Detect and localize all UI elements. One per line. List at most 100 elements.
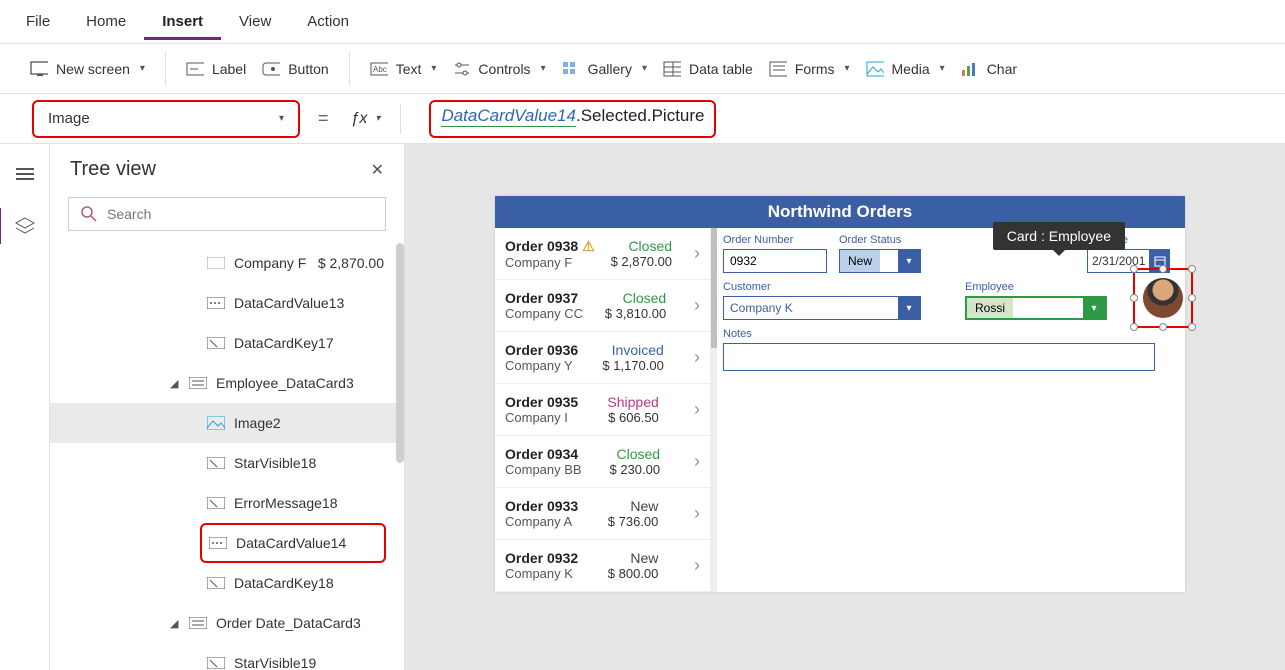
- image-control-selected[interactable]: [1133, 268, 1193, 328]
- collapse-icon[interactable]: ◢: [170, 617, 180, 630]
- chevron-down-icon: ▾: [642, 63, 647, 74]
- order-row[interactable]: Order 0934Company BBClosed$ 230.00›: [495, 436, 710, 488]
- chevron-down-icon: ▾: [375, 113, 380, 124]
- tree-list[interactable]: Company F $ 2,870.00 DataCardValue13 Dat…: [50, 243, 404, 670]
- select-employee[interactable]: Rossi ▾: [965, 296, 1107, 320]
- property-selector-value: Image: [48, 110, 90, 127]
- canvas[interactable]: Northwind Orders Order 0938 ⚠Company FCl…: [405, 144, 1285, 670]
- new-screen-button[interactable]: New screen ▾: [24, 56, 151, 82]
- formula-token-rest: .Selected.Picture: [576, 106, 705, 126]
- order-row[interactable]: Order 0937Company CCClosed$ 3,810.00›: [495, 280, 710, 332]
- property-selector[interactable]: Image ▾: [32, 100, 300, 138]
- tree-node-label: DataCardValue14: [236, 535, 346, 551]
- order-company: Company I: [505, 410, 578, 425]
- input-notes[interactable]: [723, 343, 1155, 371]
- tree-node-datacardvalue13[interactable]: DataCardValue13: [50, 283, 404, 323]
- label-icon: [206, 457, 226, 469]
- select-order-status[interactable]: New ▾: [839, 249, 921, 273]
- media-icon: [866, 60, 884, 78]
- resize-handle[interactable]: [1130, 294, 1138, 302]
- forms-button[interactable]: Forms ▾: [763, 56, 856, 82]
- rail-tree-view[interactable]: [7, 156, 43, 192]
- resize-handle[interactable]: [1159, 323, 1167, 331]
- menu-home[interactable]: Home: [68, 3, 144, 40]
- tree-search[interactable]: [68, 197, 386, 231]
- resize-handle[interactable]: [1130, 265, 1138, 273]
- scrollbar-thumb[interactable]: [396, 243, 404, 463]
- close-icon[interactable]: ✕: [371, 160, 384, 180]
- order-status: Closed: [628, 238, 672, 254]
- button-button[interactable]: Button: [256, 56, 334, 82]
- tree-node-starvisible19[interactable]: StarVisible19: [50, 643, 404, 670]
- order-status: Closed: [623, 290, 667, 306]
- menu-insert[interactable]: Insert: [144, 3, 221, 40]
- tree-node-label: ErrorMessage18: [234, 495, 338, 511]
- controls-icon: [452, 60, 470, 78]
- tree-node-orderdate-datacard[interactable]: ◢ Order Date_DataCard3: [50, 603, 404, 643]
- select-value: Company K: [724, 301, 799, 315]
- select-customer[interactable]: Company K ▾: [723, 296, 921, 320]
- order-company: Company F: [505, 255, 595, 270]
- chevron-right-icon: ›: [694, 295, 700, 316]
- label-button[interactable]: Label: [180, 56, 252, 82]
- tree-node-employee-datacard[interactable]: ◢ Employee_DataCard3: [50, 363, 404, 403]
- chevron-right-icon: ›: [694, 347, 700, 368]
- text-button[interactable]: Abc Text ▾: [364, 56, 443, 82]
- label-icon: [206, 657, 226, 669]
- gallery-button[interactable]: Gallery ▾: [556, 56, 653, 82]
- tree-node-label: DataCardKey17: [234, 335, 334, 351]
- controls-button[interactable]: Controls ▾: [446, 56, 551, 82]
- tree-node-datacardvalue14[interactable]: DataCardValue14: [200, 523, 386, 563]
- warning-icon: ⚠: [582, 238, 595, 254]
- tree-node-image2[interactable]: Image2: [50, 403, 404, 443]
- label-order-status: Order Status: [839, 234, 921, 246]
- screen-icon: [30, 60, 48, 78]
- resize-handle[interactable]: [1188, 323, 1196, 331]
- datacard-icon: [208, 537, 228, 549]
- gallery-icon: [562, 60, 580, 78]
- rail-layers[interactable]: [0, 208, 48, 244]
- tree-view-title: Tree view: [70, 158, 156, 181]
- chart-label: Char: [987, 61, 1017, 77]
- resize-handle[interactable]: [1188, 294, 1196, 302]
- tree-node-label: DataCardKey18: [234, 575, 334, 591]
- collapse-icon[interactable]: ◢: [170, 377, 180, 390]
- order-row[interactable]: Order 0932Company KNew$ 800.00›: [495, 540, 710, 592]
- order-row[interactable]: Order 0933Company ANew$ 736.00›: [495, 488, 710, 540]
- menu-bar: File Home Insert View Action: [0, 0, 1285, 44]
- tree-node-datacardkey18[interactable]: DataCardKey18: [50, 563, 404, 603]
- resize-handle[interactable]: [1188, 265, 1196, 273]
- order-row[interactable]: Order 0936Company YInvoiced$ 1,170.00›: [495, 332, 710, 384]
- tree-node-errormessage18[interactable]: ErrorMessage18: [50, 483, 404, 523]
- tree-node-label: Company F: [234, 255, 306, 271]
- label-customer: Customer: [723, 281, 921, 293]
- order-gallery[interactable]: Order 0938 ⚠Company FClosed$ 2,870.00›Or…: [495, 228, 711, 592]
- tree-search-input[interactable]: [107, 206, 373, 222]
- tree-node-label: Employee_DataCard3: [216, 375, 354, 391]
- text-label: Text: [396, 61, 422, 77]
- label-icon: [206, 337, 226, 349]
- formula-highlight: DataCardValue14.Selected.Picture: [429, 100, 716, 138]
- media-label: Media: [892, 61, 930, 77]
- fx-label[interactable]: ƒx ▾: [347, 110, 385, 128]
- tree-node[interactable]: Company F $ 2,870.00: [50, 243, 404, 283]
- order-number: Order 0933: [505, 498, 578, 514]
- order-status: New: [630, 550, 658, 566]
- media-button[interactable]: Media ▾: [860, 56, 951, 82]
- tree-node-datacardkey17[interactable]: DataCardKey17: [50, 323, 404, 363]
- resize-handle[interactable]: [1130, 323, 1138, 331]
- data-table-label: Data table: [689, 61, 753, 77]
- order-row[interactable]: Order 0935Company IShipped$ 606.50›: [495, 384, 710, 436]
- chart-button[interactable]: Char: [955, 56, 1023, 82]
- data-table-button[interactable]: Data table: [657, 56, 759, 82]
- menu-file[interactable]: File: [8, 3, 68, 40]
- resize-handle[interactable]: [1159, 265, 1167, 273]
- tree-node-starvisible18[interactable]: StarVisible18: [50, 443, 404, 483]
- formula-input[interactable]: DataCardValue14.Selected.Picture: [417, 100, 1269, 138]
- input-order-number[interactable]: 0932: [723, 249, 827, 273]
- menu-action[interactable]: Action: [289, 3, 367, 40]
- chevron-down-icon: ▾: [541, 63, 546, 74]
- menu-view[interactable]: View: [221, 3, 289, 40]
- order-row[interactable]: Order 0938 ⚠Company FClosed$ 2,870.00›: [495, 228, 710, 280]
- order-status: New: [630, 498, 658, 514]
